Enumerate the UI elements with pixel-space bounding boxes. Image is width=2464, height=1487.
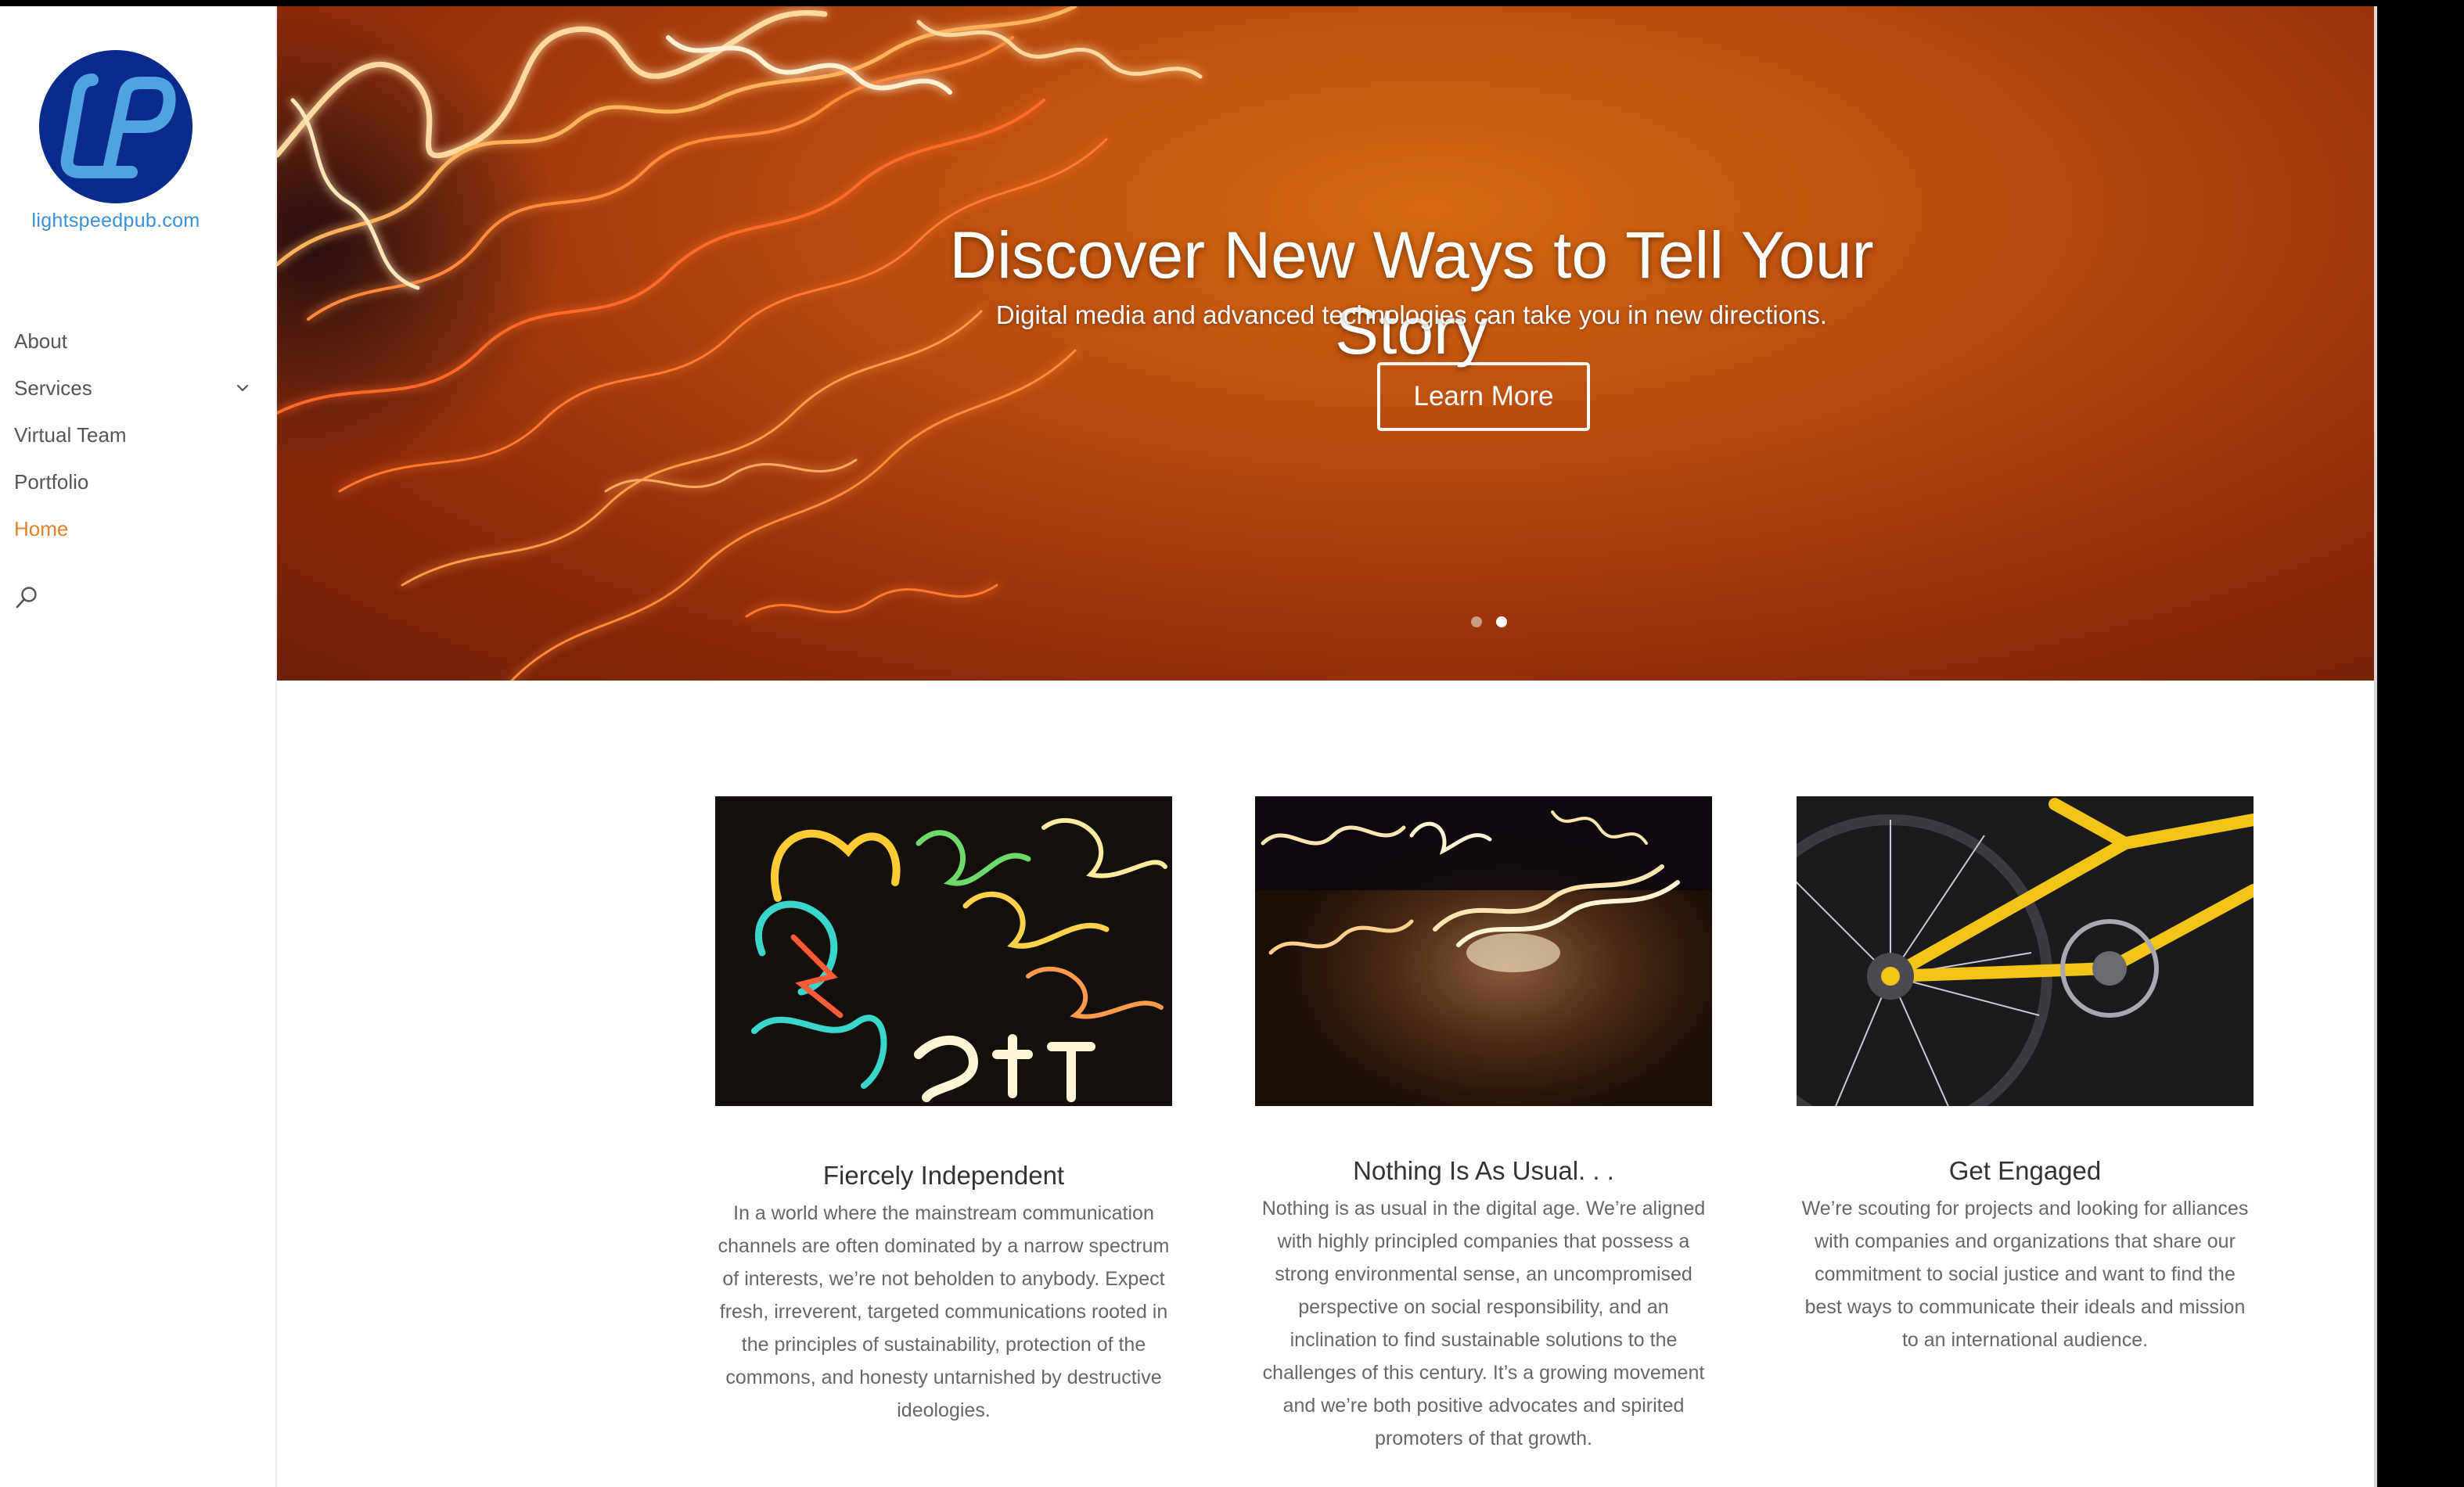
logo-text: lightspeedpub.com xyxy=(31,210,200,232)
hero-title: Discover New Ways to Tell Your Story xyxy=(949,218,1874,368)
main-content: Discover New Ways to Tell Your Story Dig… xyxy=(277,6,2374,1487)
feature-title-2: Nothing Is As Usual. . . xyxy=(1353,1156,1614,1185)
feature-image-yellow-bicycle xyxy=(1797,796,2254,1106)
yellow-bicycle-image xyxy=(1797,796,2254,1106)
learn-more-button[interactable]: Learn More xyxy=(1377,362,1590,431)
feature-image-neon-dragon xyxy=(715,796,1172,1106)
hero-subtitle: Digital media and advanced technologies … xyxy=(995,300,1828,329)
nav-item-portfolio[interactable]: Portfolio xyxy=(14,466,264,513)
feature-image-light-trails xyxy=(1255,796,1712,1106)
page: lightspeedpub.com About Services Virtual… xyxy=(0,0,2464,1487)
site-logo[interactable]: lightspeedpub.com xyxy=(30,44,202,247)
slider-dot-1[interactable] xyxy=(1471,616,1482,627)
nav-item-services[interactable]: Services xyxy=(14,372,264,419)
sidebar: lightspeedpub.com About Services Virtual… xyxy=(0,6,277,1487)
sidebar-nav: About Services Virtual Team Portfolio Ho… xyxy=(14,325,264,560)
feature-text-1: In a world where the mainstream communic… xyxy=(718,1202,1170,1421)
nav-item-virtual-team[interactable]: Virtual Team xyxy=(14,419,264,466)
hero-slider: Discover New Ways to Tell Your Story Dig… xyxy=(277,6,2374,681)
chevron-down-icon[interactable] xyxy=(235,380,250,396)
search-icon[interactable] xyxy=(14,585,39,610)
feature-text-2: Nothing is as usual in the digital age. … xyxy=(1261,1198,1706,1449)
logo-mark-icon xyxy=(39,50,192,203)
nav-item-home[interactable]: Home xyxy=(14,513,264,560)
page-right-border xyxy=(2374,6,2377,1487)
feature-text-3: We’re scouting for projects and looking … xyxy=(1801,1198,2249,1351)
feature-title-1: Fiercely Independent xyxy=(822,1161,1065,1190)
slider-dot-2-active[interactable] xyxy=(1496,616,1507,627)
nav-item-services-label: Services xyxy=(14,376,92,400)
feature-title-3: Get Engaged xyxy=(1948,1156,2102,1185)
slider-pagination xyxy=(1466,616,1513,632)
light-trails-image xyxy=(1255,796,1712,1106)
nav-item-about[interactable]: About xyxy=(14,325,264,372)
neon-dragon-image xyxy=(715,796,1172,1106)
